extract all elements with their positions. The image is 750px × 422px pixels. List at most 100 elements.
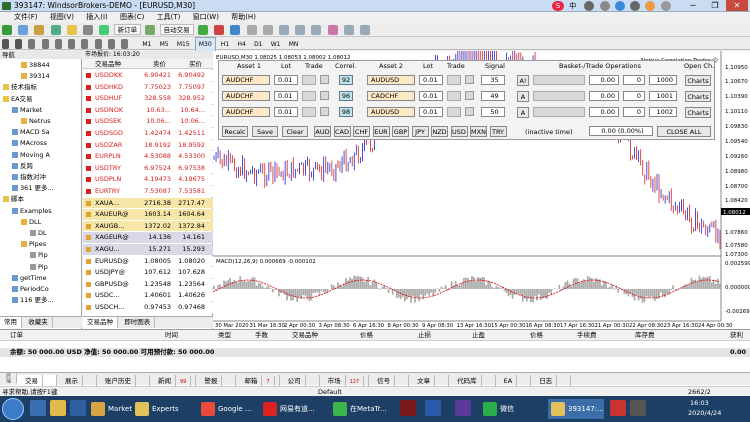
- ime-mode[interactable]: 中: [569, 1, 579, 11]
- asset1-select[interactable]: AUDCHF: [222, 75, 270, 85]
- arrows-icon[interactable]: [121, 39, 129, 49]
- tab-tick-chart[interactable]: 即时图表: [120, 317, 156, 328]
- lot2-input[interactable]: 0.01: [419, 107, 443, 117]
- minimize-button[interactable]: ─: [682, 0, 704, 11]
- market-watch-row[interactable]: EURUSD@ 1.08005 1.08020: [83, 255, 213, 267]
- market-watch-row[interactable]: USDSEK 10.06... 10.06...: [83, 116, 213, 127]
- tab-symbols[interactable]: 交易品种: [83, 317, 118, 328]
- terminal-col-header[interactable]: 获利: [730, 330, 743, 341]
- navigator-item[interactable]: Netrus: [21, 117, 51, 125]
- folder-icon[interactable]: [50, 400, 66, 416]
- terminal-col-header[interactable]: 止盈: [472, 330, 485, 341]
- label-icon[interactable]: [107, 39, 115, 49]
- taskbar-market[interactable]: Market: [88, 399, 132, 419]
- market-watch-row[interactable]: GBPUSD@ 1.23548 1.23564: [83, 278, 213, 290]
- currency-filter-button[interactable]: MXN: [470, 126, 487, 137]
- navigator-item[interactable]: DL: [30, 229, 47, 237]
- open-charts-button[interactable]: Charts: [685, 91, 711, 102]
- market-watch-row[interactable]: XAUA... 2716.38 2717.47: [83, 197, 213, 209]
- navigator-item[interactable]: 361 更多...: [12, 184, 54, 192]
- taskbar-browser[interactable]: 在MetaTr...: [330, 399, 387, 419]
- profiles-icon[interactable]: [18, 25, 29, 35]
- ie-icon[interactable]: [30, 400, 46, 416]
- navigator-item[interactable]: Pipes: [21, 240, 46, 248]
- clock-time[interactable]: 16:03: [690, 399, 709, 407]
- market-watch-row[interactable]: USDHUF 328.558 328.952: [83, 93, 213, 104]
- market-watch-row[interactable]: USDDKK 6.90421 6.90492: [83, 70, 213, 81]
- lot2-input[interactable]: 0.01: [419, 75, 443, 85]
- col-bid[interactable]: 卖价: [153, 59, 166, 69]
- terminal-col-header[interactable]: 价格: [530, 330, 543, 341]
- close-trade1-button[interactable]: [320, 107, 329, 116]
- market-watch-row[interactable]: USDZAR 18.9192 18.9592: [83, 139, 213, 151]
- terminal-col-header[interactable]: 止损: [418, 330, 431, 341]
- data-window-icon[interactable]: [50, 25, 61, 35]
- ime-toolbar[interactable]: S 中: [552, 1, 682, 11]
- tab-favorites[interactable]: 收藏夹: [24, 317, 53, 328]
- market-watch-row[interactable]: EURTRY 7.53087 7.53581: [83, 186, 213, 197]
- grid-icon[interactable]: [660, 1, 671, 11]
- menu-file[interactable]: 文件(F): [0, 12, 43, 23]
- magic-number[interactable]: 1001: [649, 91, 677, 101]
- recalc-button[interactable]: Recalc: [222, 126, 248, 137]
- navigator-item[interactable]: 脚本: [3, 195, 24, 203]
- navigator-item[interactable]: Examples: [12, 207, 52, 215]
- market-watch-row[interactable]: USDJPY@ 107.612 107.628: [83, 267, 213, 278]
- menu-help[interactable]: 帮助(H): [226, 12, 261, 23]
- navigator-item[interactable]: MAcross: [12, 139, 47, 147]
- navigator-item[interactable]: Pip: [30, 263, 48, 271]
- market-watch-row[interactable]: XAUEUR@ 1603.14 1604.64: [83, 209, 213, 220]
- navigator-item[interactable]: DLL: [21, 218, 41, 226]
- navigator-item[interactable]: 38844: [21, 61, 50, 69]
- punctuation-icon[interactable]: [599, 1, 610, 11]
- tf-w1[interactable]: W1: [268, 38, 284, 51]
- tf-h1[interactable]: H1: [218, 38, 232, 51]
- market-watch-row[interactable]: USDC... 1.40601 1.40626: [83, 290, 213, 301]
- market-watch-row[interactable]: USDCH... 0.97453 0.97468: [83, 302, 213, 313]
- asset2-select[interactable]: CADCHF: [367, 91, 415, 101]
- autoscroll-icon[interactable]: [295, 25, 306, 35]
- terminal-col-header[interactable]: 手续费: [577, 330, 597, 341]
- new-chart-icon[interactable]: [2, 25, 12, 35]
- crown-icon[interactable]: [400, 400, 416, 416]
- mail-icon[interactable]: [610, 400, 626, 416]
- menu-insert[interactable]: 插入(I): [81, 12, 113, 23]
- line-chart-icon[interactable]: [230, 25, 241, 35]
- close-button[interactable]: ✕: [726, 0, 748, 11]
- taskbar-google[interactable]: Google ...: [198, 399, 252, 419]
- word-icon[interactable]: [425, 400, 441, 416]
- channel-icon[interactable]: [68, 39, 76, 49]
- market-watch-row[interactable]: EURPLN 4.53088 4.53300: [83, 151, 213, 162]
- lot1-input[interactable]: 0.01: [274, 107, 298, 117]
- navigator-icon[interactable]: [66, 25, 77, 35]
- lot1-input[interactable]: 0.01: [274, 91, 298, 101]
- navigator-item[interactable]: 技术指标: [3, 83, 37, 91]
- navigator-item[interactable]: EA交易: [3, 95, 33, 103]
- terminal-col-header[interactable]: 价格: [360, 330, 373, 341]
- crosshair-icon[interactable]: [15, 39, 23, 49]
- terminal-col-header[interactable]: 时间: [165, 330, 178, 341]
- cursor-icon[interactable]: [2, 39, 9, 49]
- currency-filter-button[interactable]: JPY: [411, 126, 429, 137]
- market-watch-row[interactable]: USDSGD 1.42474 1.42511: [83, 128, 213, 139]
- tab-common[interactable]: 常用: [0, 317, 22, 328]
- zoom-out-icon[interactable]: [262, 25, 273, 35]
- save-button[interactable]: Save: [252, 126, 278, 137]
- market-watch-row[interactable]: XAGEUR@ 14.136 14.161: [83, 232, 213, 243]
- navigator-item[interactable]: 反跨: [12, 162, 33, 170]
- settings-icon[interactable]: [630, 400, 646, 416]
- close-trade1-button[interactable]: [320, 91, 329, 100]
- close-trade2-button[interactable]: [465, 107, 474, 116]
- terminal-icon[interactable]: [83, 25, 94, 35]
- tester-icon[interactable]: [99, 25, 110, 35]
- app-icon-2[interactable]: [455, 400, 471, 416]
- moon-icon[interactable]: [584, 1, 595, 11]
- lot2-input[interactable]: 0.01: [419, 91, 443, 101]
- navigator-item[interactable]: 指数对冲: [12, 173, 46, 181]
- asset2-select[interactable]: AUDUSD: [367, 107, 415, 117]
- new-order-button[interactable]: 新订单: [113, 24, 142, 35]
- mic-icon[interactable]: [614, 1, 625, 11]
- open-charts-button[interactable]: Charts: [685, 107, 711, 118]
- asset1-select[interactable]: AUDCHF: [222, 91, 270, 101]
- market-watch-row[interactable]: XAGU... 15.271 15.293: [83, 244, 213, 255]
